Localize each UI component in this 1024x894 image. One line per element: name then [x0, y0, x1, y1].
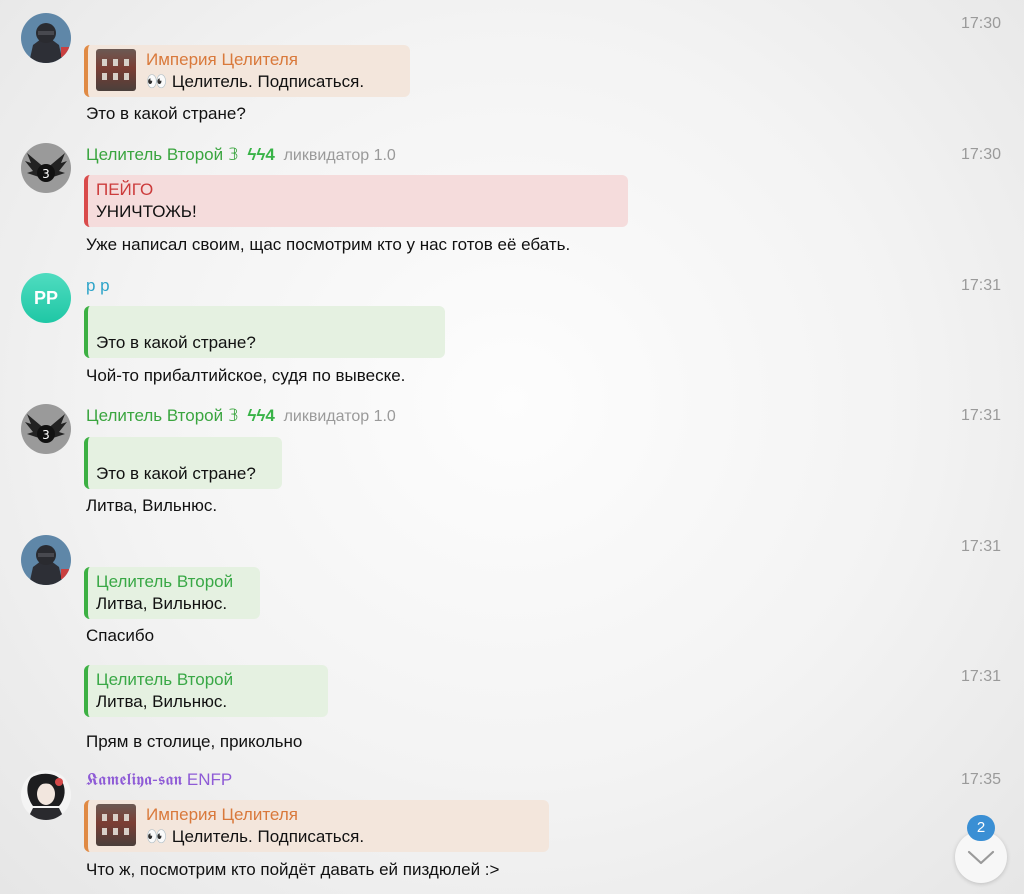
quote-text: Это в какой стране? — [96, 464, 256, 483]
quote-text: Литва, Вильнюс. — [96, 692, 228, 711]
message-text: Это в какой стране? — [86, 104, 246, 123]
avatar-knight[interactable] — [21, 535, 71, 585]
quote-title: ПЕЙГО — [96, 180, 154, 199]
lightning-badge: ϟϟ4 — [247, 145, 275, 164]
avatar-winged-logo[interactable]: 3 — [21, 404, 71, 454]
quote-text: Литва, Вильнюс. — [96, 594, 228, 613]
quote-text: Это в какой стране? — [96, 333, 256, 352]
quote-title: Империя Целителя — [146, 805, 298, 824]
reply-quote[interactable]: Это в какой стране? — [84, 437, 282, 489]
message-time: 17:31 — [960, 277, 1001, 294]
reply-quote[interactable]: Империя Целителя 👀 Целитель. Подписаться… — [84, 800, 549, 852]
sender-name[interactable]: p p — [86, 276, 110, 296]
reply-quote[interactable]: Целитель Второй Литва, Вильнюс. — [84, 665, 328, 717]
avatar-winged-logo[interactable]: 3 — [21, 143, 71, 193]
message-text: Чой-то прибалтийское, судя по вывеске. — [86, 366, 406, 385]
message-text: Прям в столице, прикольно — [86, 732, 303, 751]
avatar-initials-text: PP — [33, 288, 58, 308]
message-text: Спасибо — [86, 626, 155, 645]
message-time: 17:31 — [960, 407, 1001, 424]
message-text: Уже написал своим, щас посмотрим кто у н… — [86, 235, 571, 254]
avatar-anime[interactable] — [21, 770, 71, 820]
svg-text:3: 3 — [42, 428, 50, 442]
quote-title — [96, 310, 435, 332]
message-time: 17:30 — [960, 15, 1001, 32]
quote-title: Целитель Второй — [96, 670, 234, 689]
quote-title — [96, 441, 272, 463]
quote-title: Империя Целителя — [146, 50, 298, 69]
sender-name-text: Целитель Второй — [86, 406, 224, 425]
sender-name-text: Целитель Второй — [86, 145, 224, 164]
quote-text: 👀 Целитель. Подписаться. — [146, 827, 365, 846]
message-text: Литва, Вильнюс. — [86, 496, 218, 515]
sender-role: ликвидатор 1.0 — [283, 147, 396, 164]
sender-name[interactable]: Целитель Второй 𝟛 ϟϟ4 ликвидатор 1.0 — [86, 406, 396, 426]
reply-quote[interactable]: Империя Целителя 👀 Целитель. Подписаться… — [84, 45, 410, 97]
message-time: 17:30 — [960, 146, 1001, 163]
sender-name[interactable]: 𝕶𝖆𝖒𝖊𝖑𝖎𝖞𝖆-𝖘𝖆𝖓 ENFP — [86, 770, 232, 790]
sender-emoji: 𝟛 — [227, 145, 239, 164]
lightning-badge: ϟϟ4 — [247, 406, 275, 425]
message-time: 17:31 — [960, 538, 1001, 555]
reply-quote[interactable]: Целитель Второй Литва, Вильнюс. — [84, 567, 260, 619]
quote-text: УНИЧТОЖЬ! — [96, 202, 197, 221]
message-text: Что ж, посмотрим кто пойдёт давать ей пи… — [86, 860, 500, 879]
sender-emoji: 𝟛 — [227, 406, 239, 425]
quote-title: Целитель Второй — [96, 572, 234, 591]
reply-quote[interactable]: Это в какой стране? — [84, 306, 445, 358]
quote-text: 👀 Целитель. Подписаться. — [146, 72, 365, 91]
image-thumbnail — [96, 49, 136, 91]
avatar-initials[interactable]: PP — [21, 273, 71, 323]
message-time: 17:31 — [960, 668, 1001, 685]
svg-text:3: 3 — [42, 167, 50, 181]
unread-count-badge: 2 — [967, 815, 995, 841]
reply-quote[interactable]: ПЕЙГО УНИЧТОЖЬ! — [84, 175, 628, 227]
message-time: 17:35 — [960, 771, 1001, 788]
image-thumbnail — [96, 804, 136, 846]
sender-role: ликвидатор 1.0 — [283, 408, 396, 425]
avatar-knight[interactable] — [21, 13, 71, 63]
sender-name[interactable]: Целитель Второй 𝟛 ϟϟ4 ликвидатор 1.0 — [86, 145, 396, 165]
